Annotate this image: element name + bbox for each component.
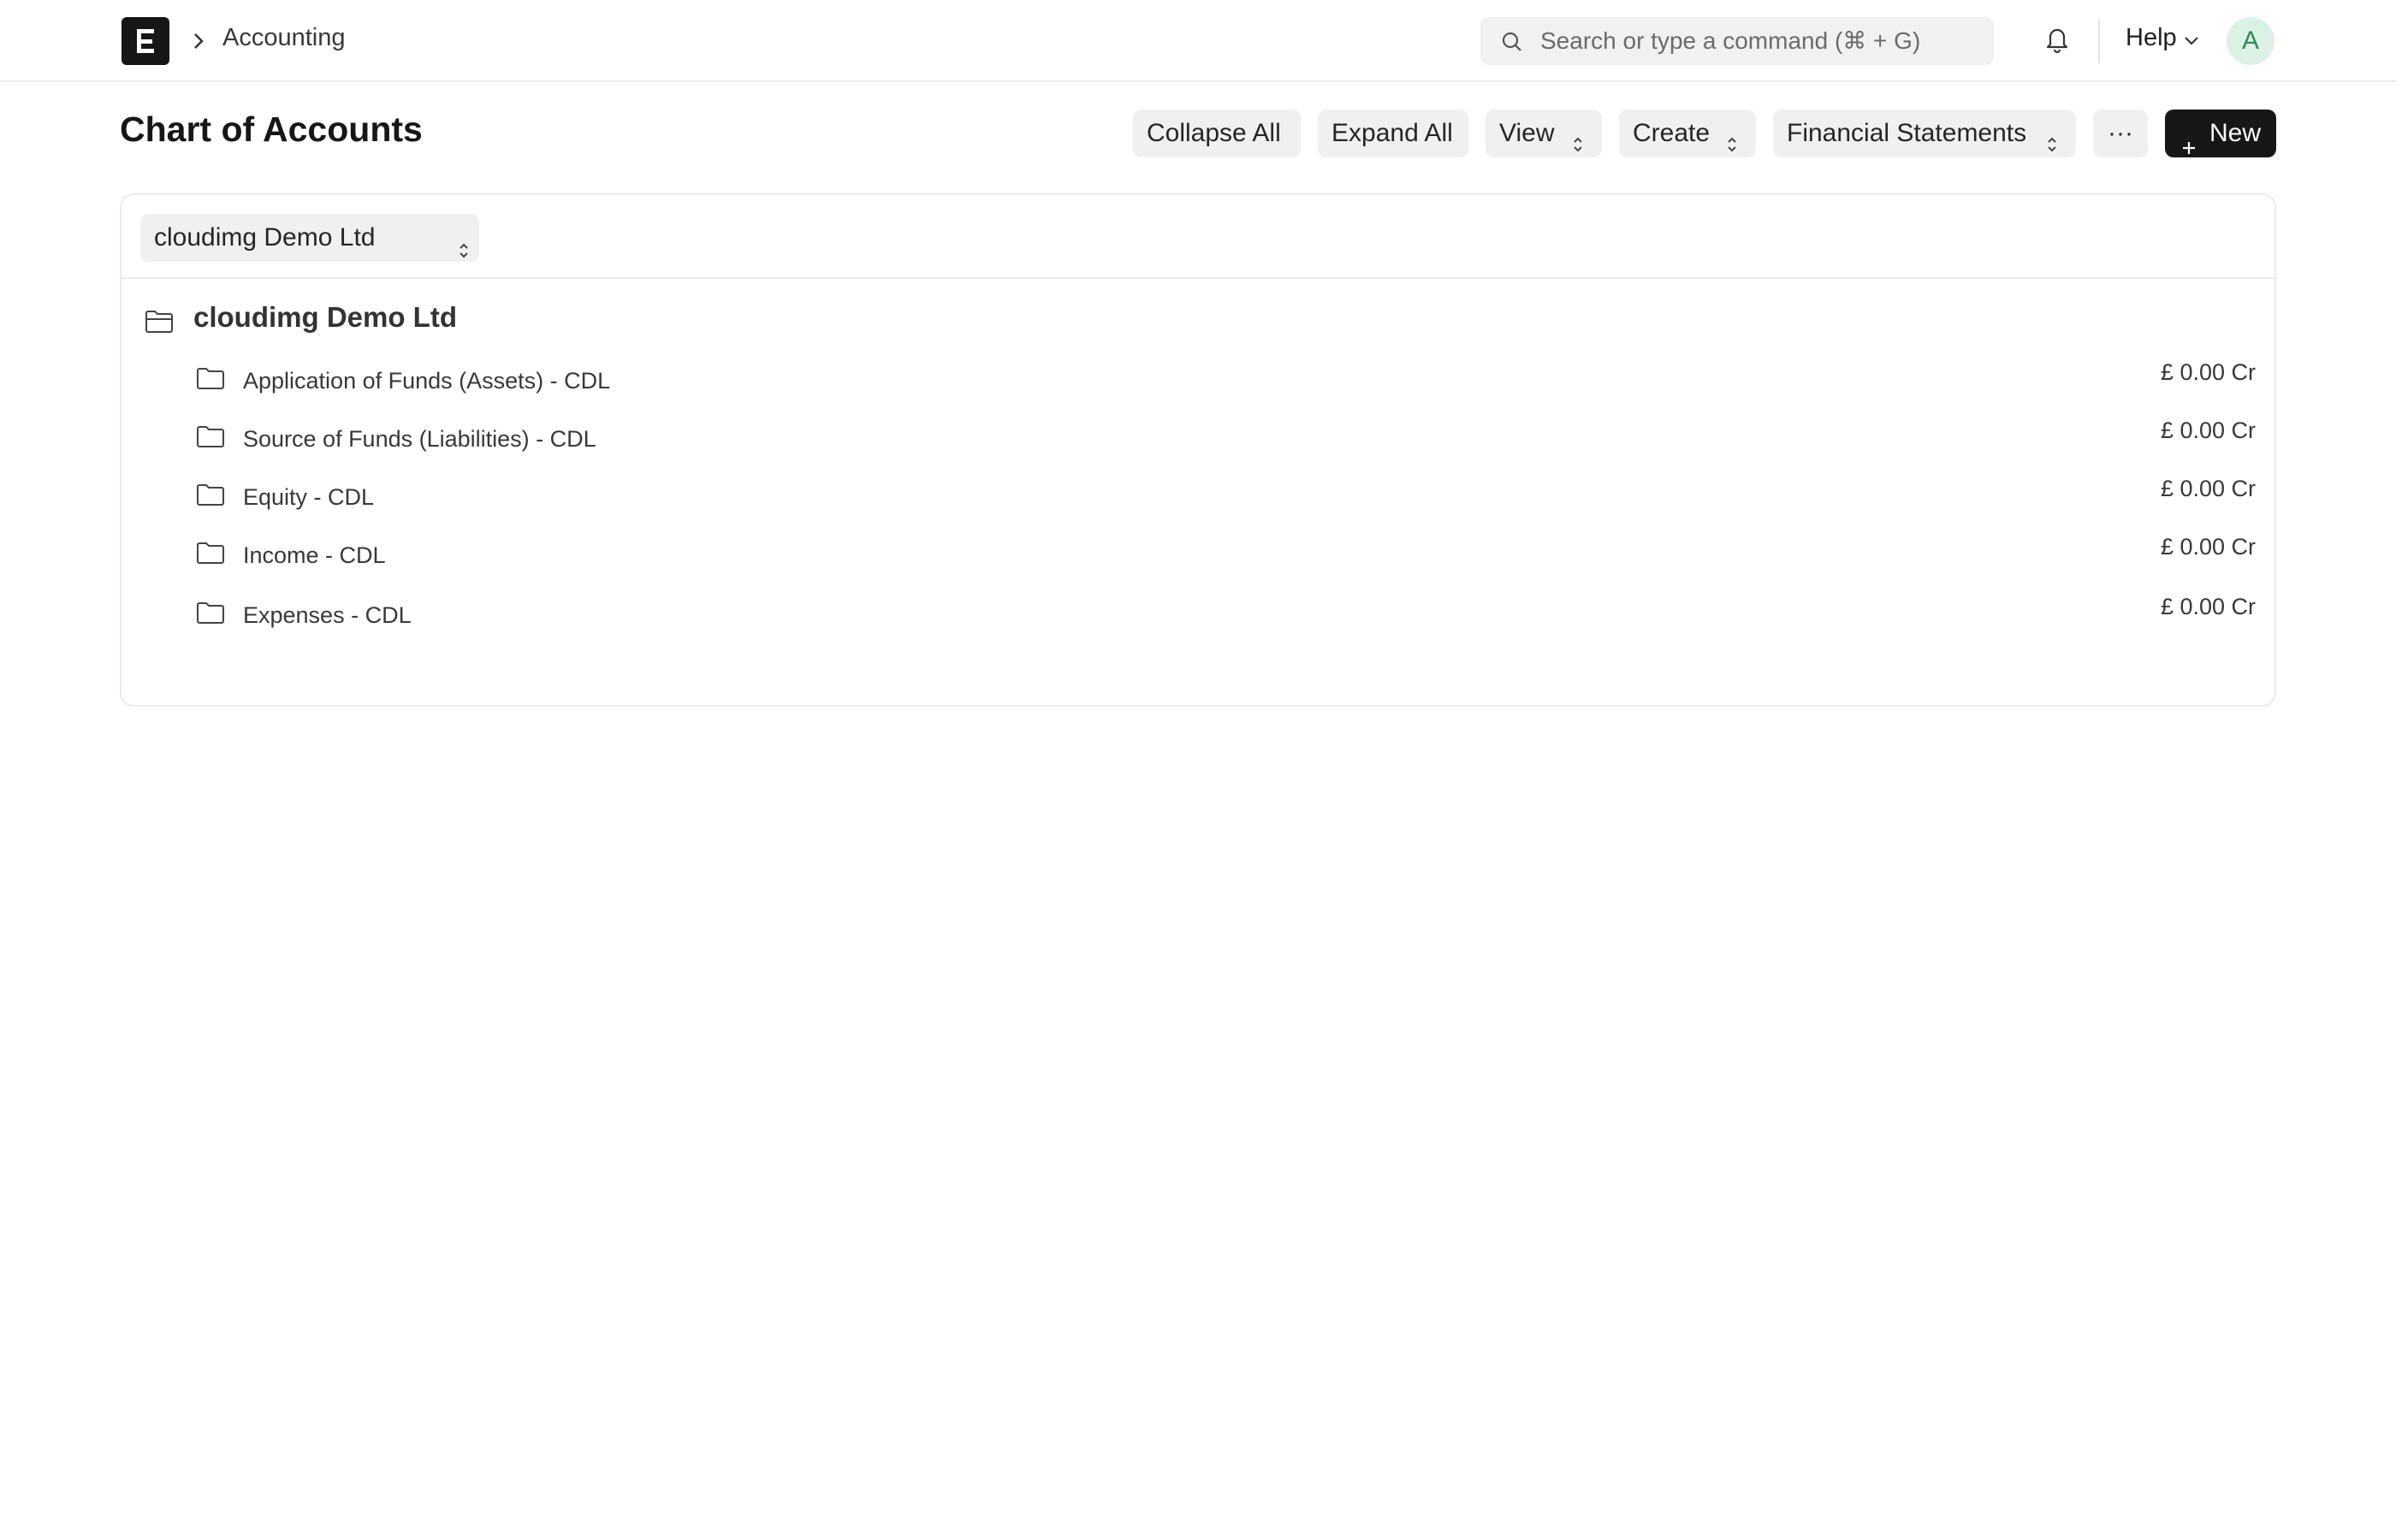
- navbar: Accounting Help A: [0, 0, 2396, 82]
- folder-icon: [195, 481, 226, 512]
- bell-icon[interactable]: [2043, 24, 2071, 59]
- company-select-value: cloudimg Demo Ltd: [154, 223, 376, 252]
- tree-node-balance: £ 0.00 Cr: [2160, 476, 2256, 501]
- folder-icon: [195, 539, 226, 571]
- folder-icon: [195, 599, 226, 631]
- tree-node-balance: £ 0.00 Cr: [2160, 418, 2256, 443]
- tree-node-balance: £ 0.00 Cr: [2160, 359, 2256, 385]
- new-button-label: New: [2209, 119, 2262, 147]
- app-logo-icon[interactable]: [122, 17, 169, 65]
- search-icon: [1501, 31, 1523, 57]
- search-input[interactable]: [1540, 17, 1985, 65]
- tree-node-label[interactable]: Expenses - CDL: [243, 602, 412, 629]
- page-title: Chart of Accounts: [120, 110, 423, 149]
- financial-statements-label: Financial Statements: [1787, 119, 2027, 147]
- chevron-down-icon[interactable]: [2182, 34, 2201, 52]
- expand-all-button[interactable]: Expand All: [1318, 110, 1468, 157]
- tree-node-label[interactable]: Source of Funds (Liabilities) - CDL: [243, 426, 596, 453]
- view-dropdown-button[interactable]: View: [1486, 110, 1602, 157]
- financial-statements-dropdown-button[interactable]: Financial Statements: [1773, 110, 2076, 157]
- company-select[interactable]: cloudimg Demo Ltd: [140, 214, 479, 262]
- tree-node[interactable]: Application of Funds (Assets) - CDL £ 0.…: [122, 359, 2274, 411]
- more-icon: ···: [2108, 119, 2133, 147]
- folder-open-icon[interactable]: [144, 306, 175, 340]
- new-button[interactable]: New: [2165, 110, 2276, 157]
- help-menu[interactable]: Help: [2126, 24, 2177, 52]
- tree-root-label[interactable]: cloudimg Demo Ltd: [193, 301, 457, 334]
- tree-node[interactable]: Source of Funds (Liabilities) - CDL £ 0.…: [122, 418, 2274, 469]
- collapse-all-button[interactable]: Collapse All: [1133, 110, 1301, 157]
- tree-node-balance: £ 0.00 Cr: [2160, 534, 2256, 560]
- collapse-all-label: Collapse All: [1147, 119, 1281, 147]
- folder-icon: [195, 423, 226, 454]
- tree-node-label[interactable]: Equity - CDL: [243, 484, 374, 511]
- updown-icon: [2045, 123, 2059, 171]
- search-bar[interactable]: [1480, 17, 1994, 65]
- create-dropdown-button[interactable]: Create: [1619, 110, 1756, 157]
- navbar-divider: [2098, 19, 2100, 63]
- more-actions-button[interactable]: ···: [2093, 110, 2148, 157]
- updown-icon: [1725, 123, 1739, 171]
- tree-node[interactable]: Expenses - CDL £ 0.00 Cr: [122, 594, 2274, 645]
- tree-node-label[interactable]: Application of Funds (Assets) - CDL: [243, 368, 610, 394]
- updown-icon: [1571, 123, 1585, 171]
- tree-node[interactable]: Income - CDL £ 0.00 Cr: [122, 534, 2274, 585]
- tree-node-balance: £ 0.00 Cr: [2160, 594, 2256, 619]
- folder-icon: [195, 364, 226, 396]
- updown-icon: [457, 229, 471, 277]
- breadcrumb-accounting[interactable]: Accounting: [222, 24, 346, 52]
- filter-bar: cloudimg Demo Ltd: [122, 195, 2274, 279]
- tree-node[interactable]: Equity - CDL £ 0.00 Cr: [122, 476, 2274, 527]
- create-label: Create: [1633, 119, 1711, 147]
- expand-all-label: Expand All: [1331, 119, 1453, 147]
- plus-icon: [2180, 125, 2197, 173]
- view-label: View: [1499, 119, 1555, 147]
- chart-of-accounts-card: cloudimg Demo Ltd cloudimg Demo Ltd Appl…: [120, 193, 2276, 707]
- avatar[interactable]: A: [2227, 17, 2274, 65]
- tree-node-label[interactable]: Income - CDL: [243, 542, 386, 569]
- chevron-right-icon: [190, 29, 207, 57]
